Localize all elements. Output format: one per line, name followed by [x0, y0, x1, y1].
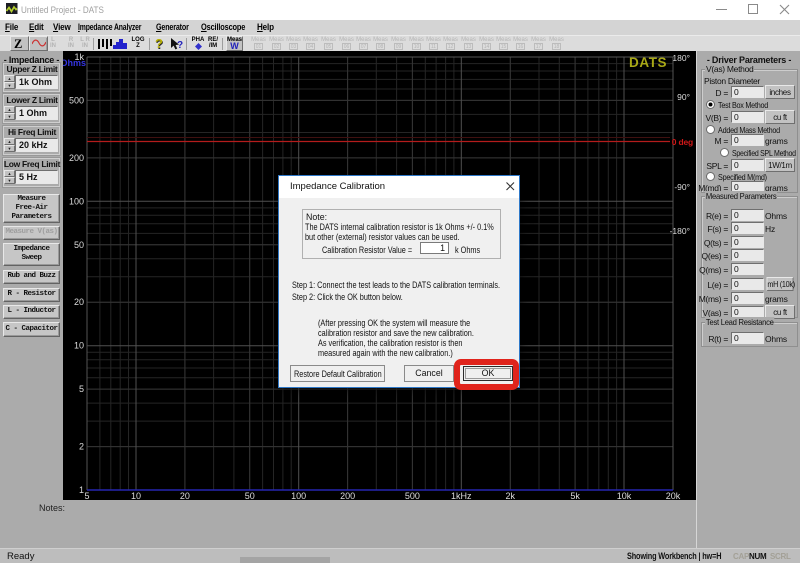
svg-text:180°: 180° — [672, 53, 690, 63]
svg-text:5: 5 — [79, 384, 84, 394]
svg-text:50: 50 — [74, 240, 84, 250]
svg-text:1kHz: 1kHz — [451, 491, 472, 500]
svg-text:5: 5 — [84, 491, 89, 500]
svg-text:50: 50 — [245, 491, 255, 500]
svg-text:10k: 10k — [617, 491, 632, 500]
svg-text:100: 100 — [291, 491, 306, 500]
svg-text:10: 10 — [131, 491, 141, 500]
svg-text:200: 200 — [69, 153, 84, 163]
svg-text:20: 20 — [180, 491, 190, 500]
svg-text:2k: 2k — [506, 491, 516, 500]
svg-text:500: 500 — [69, 95, 84, 105]
svg-text:10: 10 — [74, 341, 84, 351]
svg-text:DATS: DATS — [629, 55, 667, 70]
svg-text:200: 200 — [340, 491, 355, 500]
svg-text:20k: 20k — [666, 491, 681, 500]
svg-text:500: 500 — [405, 491, 420, 500]
svg-text:Ohms: Ohms — [63, 58, 86, 68]
svg-text:1: 1 — [79, 485, 84, 495]
svg-text:5k: 5k — [570, 491, 580, 500]
svg-text:100: 100 — [69, 196, 84, 206]
svg-text:?: ? — [177, 40, 183, 51]
svg-text:2: 2 — [79, 442, 84, 452]
svg-text:20: 20 — [74, 297, 84, 307]
